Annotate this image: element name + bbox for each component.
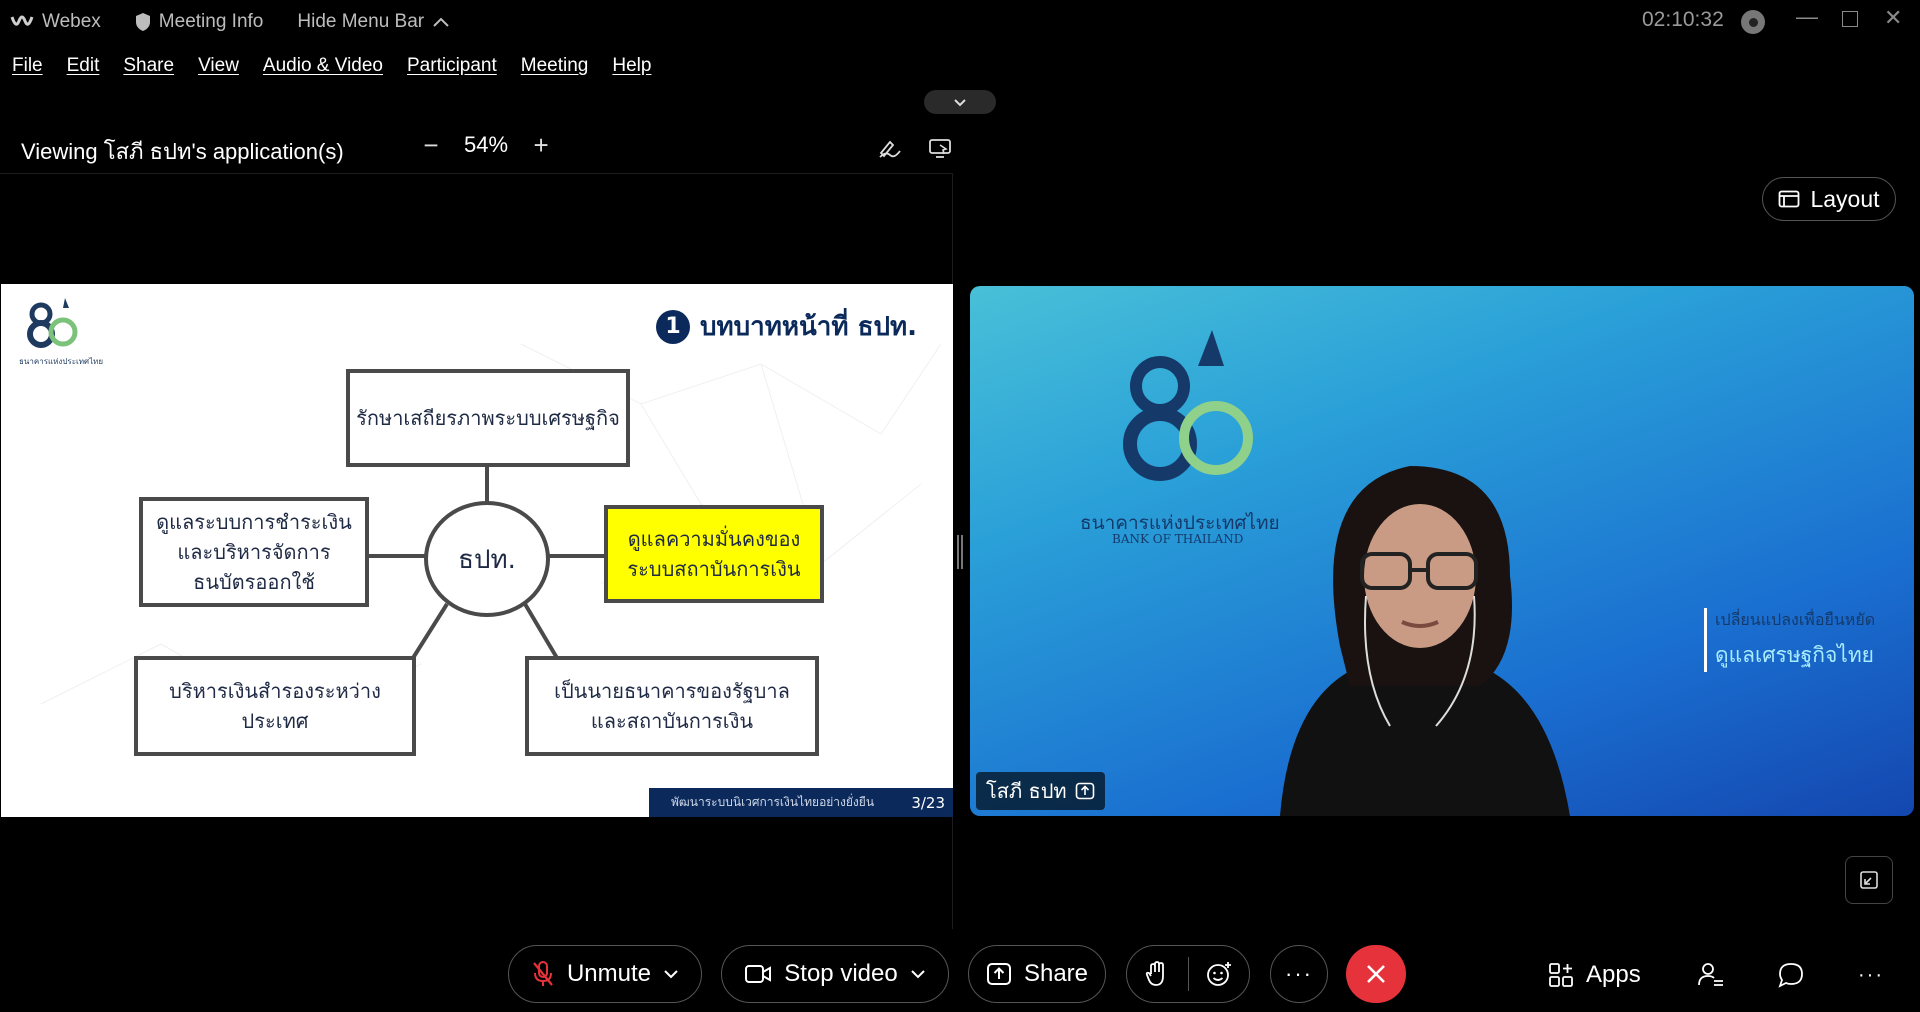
participant-name-tag: โสภี ธปท — [976, 772, 1105, 810]
participant-person — [1280, 466, 1570, 816]
node-gov-line2: และสถาบันการเงิน — [590, 709, 754, 733]
maximize-icon[interactable] — [1842, 11, 1858, 27]
toolbar-more-icon[interactable]: ··· — [1858, 950, 1884, 1000]
node-payment-line3: ธนบัตรออกใช้ — [193, 570, 315, 594]
menu-file[interactable]: File — [12, 55, 43, 77]
minimize-icon[interactable]: — — [1796, 4, 1818, 30]
node-payment-line2: และบริหารจัดการ — [177, 540, 331, 564]
hide-menu-bar-button[interactable]: Hide Menu Bar — [297, 11, 450, 33]
video-bg-logo-en: BANK OF THAILAND — [1112, 532, 1244, 546]
reactions-button[interactable] — [1188, 960, 1249, 988]
menu-meeting[interactable]: Meeting — [521, 55, 589, 77]
stop-video-button[interactable]: Stop video — [721, 945, 949, 1003]
shared-slide: ธนาคารแห่งประเทศไทย 1 บทบาทหน้าที่ ธปท. … — [1, 284, 953, 817]
unmute-button[interactable]: Unmute — [508, 945, 702, 1003]
chevron-up-icon — [433, 17, 449, 27]
restore-icon — [1860, 871, 1878, 889]
participants-icon — [1698, 963, 1723, 986]
menu-share[interactable]: Share — [123, 55, 174, 77]
participants-button[interactable] — [1697, 950, 1725, 1000]
close-x-icon — [1367, 965, 1385, 983]
apps-label: Apps — [1586, 961, 1641, 988]
zoom-level: 54% — [464, 132, 509, 157]
node-financial-institutions: ดูแลความมั่นคงของ ระบบสถาบันการเงิน — [604, 505, 824, 603]
node-reserves: บริหารเงินสำรองระหว่างประเทศ — [134, 656, 416, 756]
video-bg-slogan-line2: ดูแลเศรษฐกิจไทย — [1715, 643, 1874, 667]
zoom-out-button[interactable]: − — [416, 130, 446, 160]
chat-icon — [1778, 963, 1803, 988]
recording-indicator-icon[interactable] — [1741, 10, 1765, 34]
share-label: Share — [1023, 960, 1089, 987]
layout-button[interactable]: Layout — [1762, 177, 1896, 221]
menu-edit[interactable]: Edit — [67, 55, 100, 77]
smiley-plus-icon — [1206, 962, 1231, 986]
layout-icon — [1779, 190, 1800, 208]
more-dots-icon: ··· — [1285, 961, 1313, 986]
panel-resize-handle[interactable] — [957, 535, 963, 569]
restore-view-button[interactable] — [1845, 856, 1893, 904]
viewing-label: Viewing โสภี ธปท's application(s) — [21, 139, 344, 164]
share-button[interactable]: Share — [968, 945, 1106, 1003]
node-gov-line1: เป็นนายธนาคารของรัฐบาล — [554, 679, 790, 703]
raise-hand-button[interactable] — [1127, 960, 1188, 988]
unmute-label: Unmute — [566, 960, 652, 987]
muted-mic-icon — [533, 961, 553, 986]
annotate-icon[interactable] — [874, 132, 906, 164]
video-bg-slogan: เปลี่ยนแปลงเพื่อยืนหยัด ดูแลเศรษฐกิจไทย — [1704, 608, 1875, 672]
slide-page-number: 3/23 — [911, 793, 945, 812]
hide-menu-label: Hide Menu Bar — [297, 11, 425, 32]
menu-help[interactable]: Help — [612, 55, 651, 77]
meeting-timer: 02:10:32 — [1642, 8, 1724, 31]
layout-label: Layout — [1810, 185, 1880, 212]
chevron-down-icon[interactable] — [663, 969, 679, 979]
apps-icon — [1549, 963, 1573, 987]
node-payment-system: ดูแลระบบการชำระเงิน และบริหารจัดการ ธนบั… — [139, 497, 369, 607]
zoom-in-button[interactable]: + — [526, 130, 556, 160]
zoom-controls: − 54% + — [416, 130, 556, 160]
node-reserves-text: บริหารเงินสำรองระหว่างประเทศ — [169, 679, 381, 733]
node-center-text: ธปท. — [458, 544, 516, 575]
stop-video-label: Stop video — [784, 960, 898, 987]
menu-participant[interactable]: Participant — [407, 55, 497, 77]
menu-view[interactable]: View — [198, 55, 239, 77]
more-options-button[interactable]: ··· — [1270, 945, 1328, 1003]
menu-bar: File Edit Share View Audio & Video Parti… — [0, 48, 663, 84]
meeting-info-label: Meeting Info — [158, 11, 264, 32]
webex-app-label: Webex — [10, 11, 101, 33]
webex-logo-icon — [10, 15, 34, 26]
share-control-handle[interactable] — [924, 90, 996, 114]
chat-button[interactable] — [1777, 950, 1805, 1000]
participant-name: โสภี ธปท — [986, 779, 1067, 803]
shield-icon — [135, 13, 150, 31]
apps-button[interactable]: Apps — [1548, 950, 1641, 1000]
video-camera-icon — [745, 965, 772, 983]
raise-hand-icon — [1146, 961, 1165, 986]
sharing-icon — [1075, 782, 1094, 800]
slide-footer: พัฒนาระบบนิเวศการเงินไทยอย่างยั่งยืน 3/2… — [649, 788, 953, 817]
chevron-down-icon[interactable] — [910, 969, 926, 979]
menu-audio-video[interactable]: Audio & Video — [263, 55, 383, 77]
node-government-banker: เป็นนายธนาคารของรัฐบาล และสถาบันการเงิน — [525, 656, 819, 756]
chevron-down-icon — [954, 98, 966, 106]
meeting-info-button[interactable]: Meeting Info — [135, 11, 264, 33]
title-bar: Webex Meeting Info Hide Menu Bar — [0, 0, 1920, 44]
share-screen-icon — [986, 963, 1011, 985]
node-center-bot: ธปท. — [424, 501, 550, 617]
node-payment-line1: ดูแลระบบการชำระเงิน — [156, 510, 352, 534]
slide-footer-text: พัฒนาระบบนิเวศการเงินไทยอย่างยั่งยืน — [671, 795, 875, 809]
participant-video-tile[interactable]: ธนาคารแห่งประเทศไทย BANK OF THAILAND เปล… — [970, 286, 1914, 816]
node-economic-stability-text: รักษาเสถียรภาพระบบเศรษฐกิจ — [356, 406, 620, 430]
node-fi-line2: ระบบสถาบันการเงิน — [627, 557, 801, 581]
remote-control-icon[interactable] — [924, 132, 956, 164]
share-header-divider — [0, 173, 953, 174]
app-name: Webex — [42, 11, 101, 32]
node-economic-stability: รักษาเสถียรภาพระบบเศรษฐกิจ — [346, 369, 630, 467]
video-bg-slogan-line1: เปลี่ยนแปลงเพื่อยืนหยัด — [1715, 610, 1876, 629]
node-fi-line1: ดูแลความมั่นคงของ — [627, 527, 801, 551]
close-icon[interactable]: ✕ — [1884, 5, 1902, 31]
end-meeting-button[interactable] — [1346, 945, 1406, 1003]
reactions-group — [1126, 945, 1250, 1003]
